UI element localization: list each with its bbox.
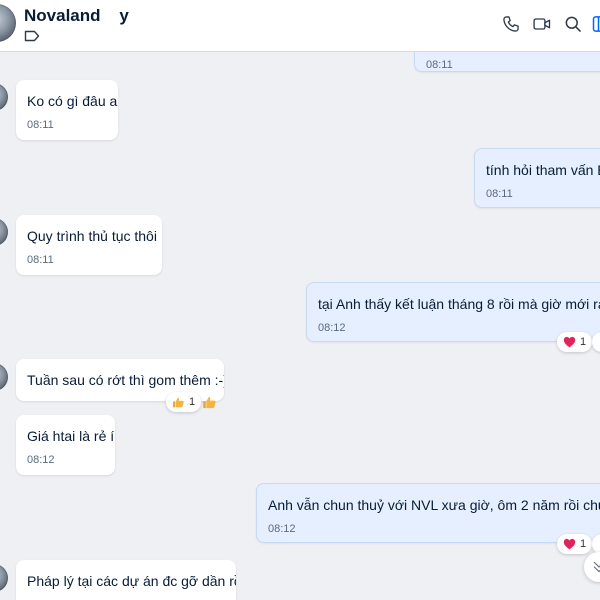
sender-avatar[interactable] bbox=[0, 83, 8, 111]
message-bubble-incoming[interactable]: Quy trình thủ tục thôi 08:11 bbox=[16, 215, 162, 275]
message-list[interactable]: 08:11 Ko có gì đâu a 08:11 tính hỏi tham… bbox=[0, 52, 600, 600]
heart-reaction-badge[interactable]: 1 bbox=[557, 332, 593, 352]
message-time: 08:12 bbox=[318, 322, 346, 334]
message-time: 08:11 bbox=[486, 188, 513, 200]
quick-like-button[interactable] bbox=[199, 392, 219, 412]
message-text: tính hỏi tham vấn Em bbox=[486, 162, 600, 178]
message-time: 08:12 bbox=[268, 523, 296, 535]
thumbs-up-icon bbox=[202, 396, 216, 408]
label-tag-icon[interactable] bbox=[24, 30, 40, 42]
chat-header: Novaland y bbox=[0, 0, 600, 52]
message-bubble-incoming[interactable]: Giá htai là rẻ í 08:12 bbox=[16, 415, 115, 475]
reaction-count: 1 bbox=[580, 336, 587, 348]
video-call-icon[interactable] bbox=[531, 13, 553, 35]
message-time: 08:11 bbox=[27, 119, 54, 131]
add-reaction-button[interactable] bbox=[592, 534, 600, 554]
thumbs-up-reaction-badge[interactable]: 1 bbox=[166, 392, 202, 412]
chat-title[interactable]: Novaland y bbox=[24, 6, 129, 26]
reaction-count: 1 bbox=[580, 538, 587, 550]
message-time: 08:11 bbox=[426, 59, 453, 71]
reaction-count: 1 bbox=[189, 396, 196, 408]
message-text: Pháp lý tại các dự án đc gỡ dần rồi bbox=[27, 573, 236, 589]
message-bubble-outgoing[interactable]: tại Anh thấy kết luận tháng 8 rồi mà giờ… bbox=[306, 282, 600, 342]
message-text: Giá htai là rẻ í bbox=[27, 428, 115, 444]
phone-icon[interactable] bbox=[500, 13, 522, 35]
message-text: Tuần sau có rớt thì gom thêm :-) bbox=[27, 372, 224, 388]
add-reaction-button[interactable] bbox=[592, 332, 600, 352]
sender-avatar[interactable] bbox=[0, 363, 8, 391]
message-text: tại Anh thấy kết luận tháng 8 rồi mà giờ… bbox=[318, 296, 600, 312]
message-text: Quy trình thủ tục thôi bbox=[27, 228, 157, 244]
thumbs-up-icon bbox=[173, 397, 184, 407]
sidebar-toggle-icon[interactable] bbox=[590, 13, 600, 35]
message-time: 08:11 bbox=[27, 254, 54, 266]
heart-reaction-badge[interactable]: 1 bbox=[557, 534, 593, 554]
heart-icon bbox=[563, 538, 576, 550]
scroll-down-button[interactable] bbox=[584, 552, 600, 582]
chevron-down-icon bbox=[593, 561, 600, 573]
message-bubble-incoming[interactable]: Pháp lý tại các dự án đc gỡ dần rồi bbox=[16, 560, 236, 600]
message-text: Anh vẫn chun thuỷ với NVL xưa giờ, ôm 2 … bbox=[268, 497, 600, 513]
heart-icon bbox=[563, 336, 576, 348]
sender-avatar[interactable] bbox=[0, 218, 8, 246]
message-text: Ko có gì đâu a bbox=[27, 93, 118, 109]
message-bubble-outgoing[interactable]: 08:11 bbox=[414, 52, 600, 72]
sender-avatar[interactable] bbox=[0, 564, 8, 592]
message-bubble-outgoing[interactable]: tính hỏi tham vấn Em 08:11 bbox=[474, 148, 600, 208]
message-bubble-incoming[interactable]: Ko có gì đâu a 08:11 bbox=[16, 80, 118, 140]
contact-avatar[interactable] bbox=[0, 4, 16, 42]
message-bubble-outgoing[interactable]: Anh vẫn chun thuỷ với NVL xưa giờ, ôm 2 … bbox=[256, 483, 600, 543]
search-icon[interactable] bbox=[562, 13, 584, 35]
message-time: 08:12 bbox=[27, 454, 55, 466]
